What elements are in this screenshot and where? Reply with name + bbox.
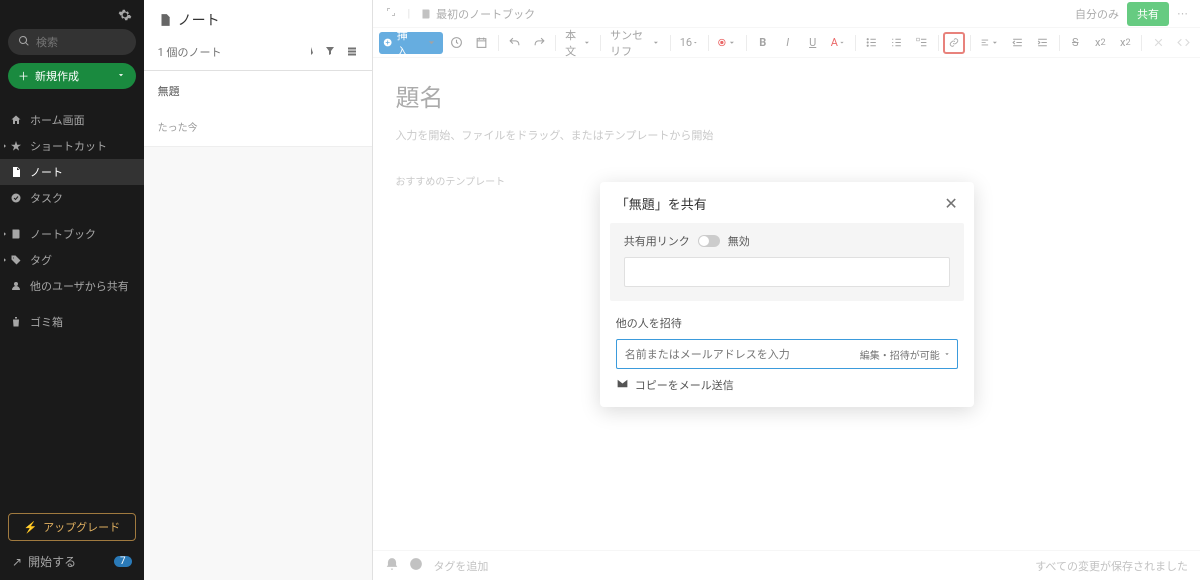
sidebar-item-notebooks[interactable]: ノートブック [0,221,144,247]
search-icon [18,35,30,50]
email-copy-button[interactable]: コピーをメール送信 [600,377,974,407]
new-note-button[interactable]: ＋新規作成 [8,63,136,89]
sidebar-item-tags[interactable]: タグ [0,247,144,273]
note-count: 1 個のノート [158,44,222,60]
filter-icon[interactable] [324,45,336,60]
dialog-title: 「無題」を共有 [616,194,707,213]
note-card-date: たった今 [158,119,359,134]
sidebar: ＋新規作成 ホーム画面 ショートカット ノート タスク ノートブック タグ 他の… [0,0,144,580]
upgrade-button[interactable]: ⚡アップグレード [8,513,136,541]
settings-gear-icon[interactable] [118,8,132,25]
invite-input[interactable] [617,348,854,361]
note-list-panel: ノート 1 個のノート 無題 たった今 [144,0,374,580]
note-list-title: ノート [158,10,359,30]
share-dialog: 「無題」を共有 ✕ 共有用リンク 無効 他の人を招待 編集・招待が可能 [600,182,974,407]
rocket-icon: ↗ [12,555,22,569]
search-box[interactable] [8,29,136,55]
modal-overlay: 「無題」を共有 ✕ 共有用リンク 無効 他の人を招待 編集・招待が可能 [373,0,1200,580]
share-link-field [624,257,950,287]
close-icon[interactable]: ✕ [944,194,957,213]
invite-field-row: 編集・招待が可能 [616,339,958,369]
start-button[interactable]: 開始する [28,553,76,570]
sidebar-item-tasks[interactable]: タスク [0,185,144,211]
sidebar-item-shared[interactable]: 他のユーザから共有 [0,273,144,299]
search-input[interactable] [36,36,126,49]
sidebar-item-home[interactable]: ホーム画面 [0,107,144,133]
permission-dropdown[interactable]: 編集・招待が可能 [854,347,957,362]
plus-icon: ＋ [18,68,29,84]
chevron-down-icon [116,70,126,83]
sort-icon[interactable] [302,45,314,60]
email-icon [616,377,629,393]
start-badge: 7 [114,556,132,567]
sidebar-item-shortcuts[interactable]: ショートカット [0,133,144,159]
view-icon[interactable] [346,45,358,60]
note-card[interactable]: 無題 たった今 [144,71,373,147]
editor-panel: | 最初のノートブック 自分のみ 共有 ⋯ 挿入 本文 サンセリフ 16 B I… [373,0,1200,580]
share-link-label: 共有用リンク [624,233,690,249]
invite-label: 他の人を招待 [616,315,958,331]
sidebar-item-trash[interactable]: ゴミ箱 [0,309,144,335]
sidebar-item-notes[interactable]: ノート [0,159,144,185]
lightning-icon: ⚡ [23,521,37,534]
share-link-status: 無効 [728,233,750,249]
note-card-title: 無題 [158,83,359,99]
share-link-toggle[interactable] [698,235,720,247]
